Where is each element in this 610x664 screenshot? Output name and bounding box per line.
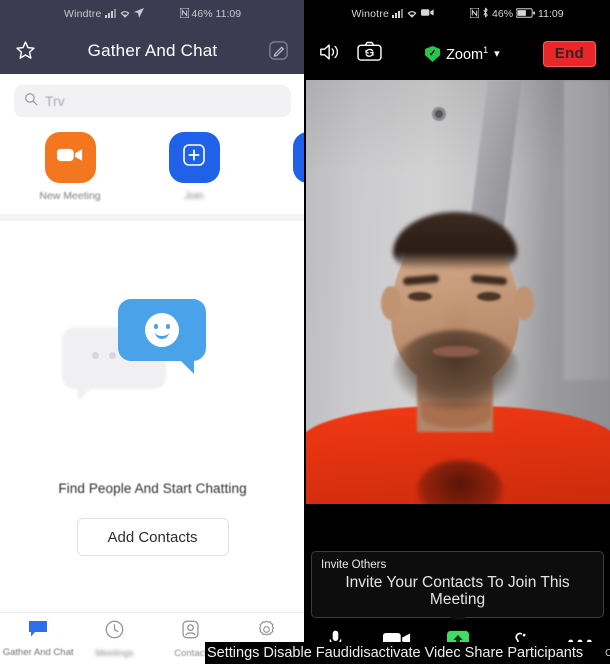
caption-overlay: Settings Disable Faudidisactivate Videc …: [205, 642, 610, 664]
right-battery-percent-label: 46%: [492, 8, 514, 20]
empty-state-section: Find People And Start Chatting Add Conta…: [0, 221, 305, 556]
tab-meetings[interactable]: Meetings: [76, 613, 152, 664]
meeting-top-bar: ✓ Zoom1 ▾ End: [305, 28, 610, 80]
video-feed: [305, 80, 610, 504]
join-label: Join: [184, 190, 204, 202]
join-tile[interactable]: [168, 132, 220, 183]
tab-label-gather-and-chat: Gather And Chat: [2, 647, 74, 658]
quick-action-schedule[interactable]: 1 Stall: [256, 132, 305, 202]
search-icon: [24, 92, 38, 111]
dual-phone-screenshot: Windtre 46% 11:09 Gather And Chat Trv Ne…: [0, 0, 610, 664]
meeting-name-label: Zoom1: [446, 45, 488, 63]
meeting-name-text: Zoom: [446, 46, 484, 63]
tab-label-contact: Contact: [174, 647, 207, 659]
battery-icon: [515, 7, 536, 21]
star-icon[interactable]: [14, 39, 38, 63]
search-placeholder-text: Trv: [45, 93, 65, 109]
blue-bubble: [117, 299, 206, 374]
smiley-face-icon: [144, 313, 179, 347]
plus-icon: [181, 142, 207, 173]
shield-check-icon: ✓: [425, 45, 441, 62]
meeting-name-superscript: 1: [483, 45, 489, 56]
location-arrow-icon: [133, 7, 144, 21]
participant-mouth: [432, 346, 480, 357]
right-status-right-group: 46% 11:09: [469, 7, 564, 21]
clock-time-label: 11:09: [215, 8, 242, 20]
left-status-bar: Windtre 46% 11:09: [0, 0, 305, 28]
nfc-icon: [469, 7, 480, 21]
bluetooth-icon: [482, 7, 489, 21]
quick-action-new-meeting[interactable]: New Meeting: [8, 132, 132, 202]
invite-others-tooltip: Invite Others Invite Your Contacts To Jo…: [311, 550, 604, 626]
tooltip-body: Invite Your Contacts To Join This Meetin…: [345, 573, 570, 608]
search-input[interactable]: Trv: [14, 85, 291, 117]
person-icon: [180, 619, 201, 645]
compose-edit-icon[interactable]: [267, 39, 291, 63]
quick-action-join[interactable]: Join: [132, 132, 256, 202]
chat-bubbles-smiley-icon: [58, 299, 248, 417]
right-carrier-label: Winotre: [351, 8, 390, 20]
meeting-name-group[interactable]: ✓ Zoom1 ▾: [396, 45, 529, 63]
new-meeting-tile[interactable]: [44, 132, 96, 183]
chat-bubble-icon: [27, 619, 49, 644]
participant-ear-left: [381, 286, 401, 320]
end-meeting-button[interactable]: End: [542, 41, 596, 67]
section-divider: [0, 214, 305, 221]
left-phone-panel: Windtre 46% 11:09 Gather And Chat Trv Ne…: [0, 0, 305, 664]
battery-percent-label: 46%: [191, 8, 213, 20]
add-contacts-button[interactable]: Add Contacts: [76, 518, 229, 556]
speaker-icon[interactable]: [319, 41, 343, 68]
participant-ear-right: [514, 286, 534, 320]
right-phone-panel: Winotre 46% 11:09 ✓ Zoom1 ▾ End Invite O…: [305, 0, 610, 664]
right-clock-time-label: 11:09: [538, 8, 564, 20]
flip-camera-icon[interactable]: [357, 41, 382, 67]
empty-state-message: Find People And Start Chatting: [58, 481, 247, 496]
ceiling-detector: [432, 107, 446, 121]
clock-icon: [104, 619, 125, 645]
status-bar-right-group: 46% 11:09: [179, 7, 242, 21]
tab-gather-and-chat[interactable]: Gather And Chat: [0, 613, 76, 664]
participant-eye-right: [477, 292, 501, 301]
search-section: Trv: [0, 74, 305, 126]
caption-main-text: Settings Disable Faudidisactivate Videc …: [207, 645, 584, 661]
gear-icon: [256, 619, 277, 645]
video-camera-icon: [56, 145, 84, 170]
chevron-down-icon[interactable]: ▾: [494, 47, 500, 60]
wifi-icon: [406, 8, 418, 21]
new-meeting-label: New Meeting: [39, 190, 101, 202]
signal-bars-icon: [392, 8, 404, 21]
status-bar-left-group: Windtre: [63, 7, 144, 21]
caption-other-text: Other: [605, 647, 610, 659]
quick-actions-row: New Meeting Join 1 Stall: [0, 126, 305, 214]
nfc-icon: [179, 7, 190, 21]
left-app-header: Gather And Chat: [0, 28, 305, 74]
wall-right-shadow: [564, 80, 610, 380]
camera-icon: [421, 8, 434, 20]
participant-beard: [393, 330, 519, 410]
wifi-icon: [119, 8, 131, 21]
tooltip-title: Invite Others: [321, 558, 387, 571]
right-status-left-group: Winotre: [351, 8, 434, 21]
panel-seam: [304, 0, 306, 664]
carrier-label: Windtre: [63, 8, 102, 20]
tab-label-meetings: Meetings: [95, 647, 134, 659]
signal-bars-icon: [104, 8, 116, 21]
right-status-bar: Winotre 46% 11:09: [305, 0, 610, 28]
participant-eye-left: [408, 292, 432, 301]
page-title: Gather And Chat: [87, 41, 218, 60]
